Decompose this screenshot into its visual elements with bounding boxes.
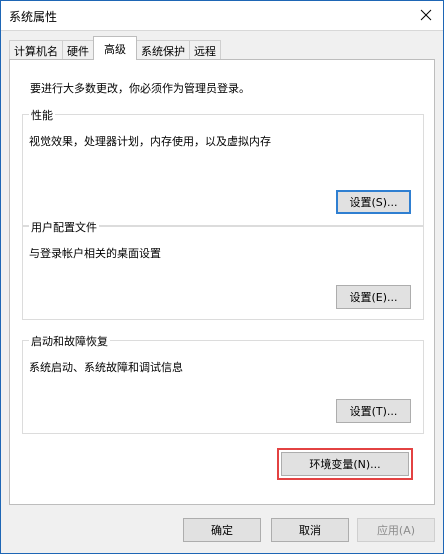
button-label: 环境变量(N)...	[309, 458, 381, 471]
user-profiles-group: 用户配置文件 与登录帐户相关的桌面设置 设置(E)...	[22, 219, 424, 320]
tab-hardware[interactable]: 硬件	[62, 40, 94, 60]
button-label: 设置(S)...	[349, 196, 398, 209]
button-label: 设置(E)...	[349, 291, 398, 304]
tab-computer-name[interactable]: 计算机名	[9, 40, 63, 60]
tab-advanced[interactable]: 高级	[93, 36, 137, 60]
ok-button[interactable]: 确定	[183, 518, 261, 542]
tab-remote[interactable]: 远程	[189, 40, 221, 60]
performance-settings-button[interactable]: 设置(S)...	[336, 190, 411, 214]
tab-label: 计算机名	[14, 44, 58, 58]
advanced-tab-panel: 要进行大多数更改，你必须作为管理员登录。 性能 视觉效果，处理器计划，内存使用，…	[9, 59, 435, 505]
startup-recovery-group-title: 启动和故障恢复	[29, 333, 110, 349]
tab-system-protection[interactable]: 系统保护	[136, 40, 190, 60]
window-title: 系统属性	[9, 10, 58, 24]
button-label: 设置(T)...	[349, 405, 398, 418]
user-profiles-settings-button[interactable]: 设置(E)...	[336, 285, 411, 309]
button-label: 取消	[299, 524, 321, 537]
performance-description: 视觉效果，处理器计划，内存使用，以及虚拟内存	[29, 135, 271, 148]
tab-strip: 计算机名 硬件 高级 系统保护 远程	[9, 36, 221, 60]
cancel-button[interactable]: 取消	[271, 518, 349, 542]
system-properties-window: 系统属性 计算机名 硬件 高级 系统保护 远程 要进行大多数更改，你必须作为管理…	[0, 0, 444, 554]
apply-button[interactable]: 应用(A)	[357, 518, 435, 542]
startup-recovery-settings-button[interactable]: 设置(T)...	[336, 399, 411, 423]
startup-recovery-group: 启动和故障恢复 系统启动、系统故障和调试信息 设置(T)...	[22, 333, 424, 434]
button-label: 确定	[211, 524, 233, 537]
tab-label: 系统保护	[141, 44, 185, 58]
tab-label: 高级	[104, 42, 126, 56]
user-profiles-group-title: 用户配置文件	[29, 219, 99, 235]
environment-variables-button[interactable]: 环境变量(N)...	[277, 448, 413, 480]
close-button[interactable]	[415, 5, 437, 25]
button-label: 应用(A)	[376, 524, 416, 537]
startup-recovery-description: 系统启动、系统故障和调试信息	[29, 361, 183, 374]
tab-label: 硬件	[67, 44, 89, 58]
performance-group: 性能 视觉效果，处理器计划，内存使用，以及虚拟内存 设置(S)...	[22, 107, 424, 226]
title-bar[interactable]: 系统属性	[1, 1, 443, 31]
admin-note: 要进行大多数更改，你必须作为管理员登录。	[30, 82, 250, 95]
performance-group-title: 性能	[29, 107, 55, 123]
close-icon	[420, 9, 432, 21]
user-profiles-description: 与登录帐户相关的桌面设置	[29, 247, 161, 260]
tab-label: 远程	[194, 44, 216, 58]
